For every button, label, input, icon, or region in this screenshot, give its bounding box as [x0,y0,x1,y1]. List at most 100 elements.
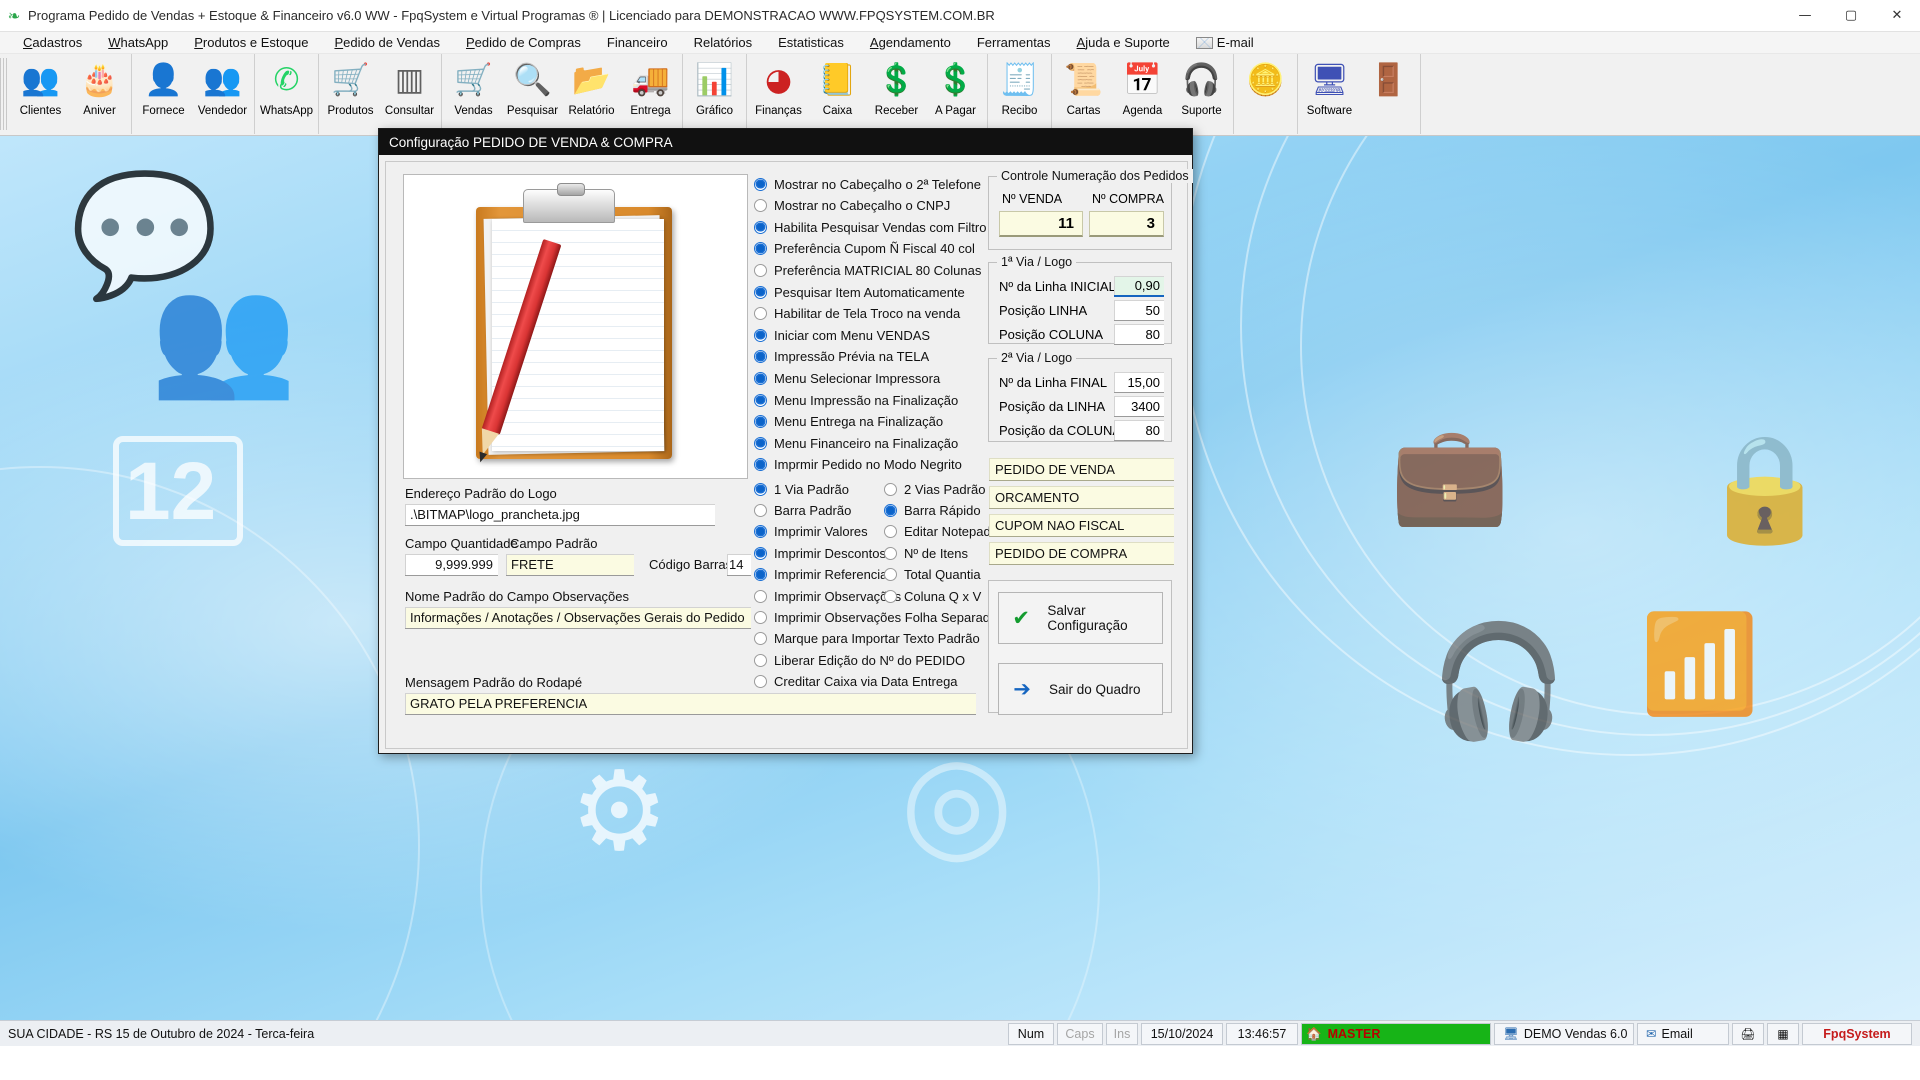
radio-checked-icon[interactable] [754,393,767,407]
option-row-3[interactable]: Preferência Cupom Ñ Fiscal 40 col [754,239,975,259]
via1-input-2[interactable] [1114,324,1164,345]
minimize-button[interactable]: — [1782,0,1828,32]
radio-unchecked-icon[interactable] [754,503,767,517]
radio-unchecked-icon[interactable] [754,263,767,277]
menu-item-ferramentas[interactable]: Ferramentas [964,33,1064,52]
toolbar-button-clientes[interactable]: 👥 Clientes [11,54,70,132]
radio-unchecked-icon[interactable] [754,675,767,689]
radio-checked-icon[interactable] [754,436,767,450]
option-right-row-4[interactable]: Total Quantia [884,565,981,585]
option-row-0[interactable]: Mostrar no Cabeçalho o 2ª Telefone [754,174,981,194]
via2-input-2[interactable] [1114,420,1164,441]
menu-item-pedido-de-vendas[interactable]: Pedido de Vendas [321,33,453,52]
option-right-row-3[interactable]: Nº de Itens [884,543,968,563]
option-row-8[interactable]: Impressão Prévia na TELA [754,347,929,367]
option-row-10[interactable]: Menu Impressão na Finalização [754,390,958,410]
radio-unchecked-icon[interactable] [754,199,767,213]
toolbar-button-aniver[interactable]: 🎂 Aniver [70,54,129,132]
radio-unchecked-icon[interactable] [884,568,897,582]
option-row-9[interactable]: Menu Selecionar Impressora [754,368,940,388]
option-row-13[interactable]: Imprmir Pedido no Modo Negrito [754,455,962,475]
option-right-row-5[interactable]: Coluna Q x V [884,586,981,606]
toolbar-button-vendedor[interactable]: 👥 Vendedor [193,54,252,132]
toolbar[interactable]: 👥 Clientes 🎂 Aniver 👤 Fornece 👥 Vendedor ✆ WhatsA… [0,54,1920,136]
quantity-input[interactable] [405,554,498,576]
observations-input[interactable] [405,607,751,629]
toolbar-button-receber[interactable]: 💲 Receber [867,54,926,132]
option-left-row-6[interactable]: Imprimir Observações Folha Separada [754,607,997,627]
document-title-input-3[interactable] [989,542,1174,565]
option-right-row-2[interactable]: Editar Notepad [884,522,991,542]
toolbar-button-suporte[interactable]: 🎧 Suporte [1172,54,1231,132]
via2-input-0[interactable] [1114,372,1164,393]
via1-input-1[interactable] [1114,300,1164,321]
menu-item-agendamento[interactable]: Agendamento [857,33,964,52]
footer-message-input[interactable] [405,693,976,715]
radio-checked-icon[interactable] [754,328,767,342]
option-right-row-0[interactable]: 2 Vias Padrão [884,479,985,499]
toolbar-button-cartas[interactable]: 📜 Cartas [1054,54,1113,132]
save-configuration-button[interactable]: ✔ Salvar Configuração [998,592,1163,644]
menubar[interactable]: Cadastros WhatsApp Produtos e Estoque Pedid… [0,32,1920,54]
radio-unchecked-icon[interactable] [754,632,767,646]
menu-item-financeiro[interactable]: Financeiro [594,33,681,52]
toolbar-button-exit-door[interactable]: 🚪 [1359,54,1418,132]
toolbar-button-pesquisar[interactable]: 🔍 Pesquisar [503,54,562,132]
option-row-6[interactable]: Habilitar de Tela Troco na venda [754,304,960,324]
status-icon-calc[interactable]: ▦ [1767,1022,1799,1045]
toolbar-button-entrega[interactable]: 🚚 Entrega [621,54,680,132]
menu-item-cadastros[interactable]: Cadastros [10,33,95,52]
document-title-input-1[interactable] [989,486,1174,509]
radio-checked-icon[interactable] [754,220,767,234]
toolbar-button-vendas[interactable]: 🛒 Vendas [444,54,503,132]
option-row-4[interactable]: Preferência MATRICIAL 80 Colunas [754,260,981,280]
radio-checked-icon[interactable] [754,546,767,560]
radio-unchecked-icon[interactable] [754,653,767,667]
toolbar-button-caixa[interactable]: 📒 Caixa [808,54,867,132]
radio-unchecked-icon[interactable] [884,589,897,603]
radio-unchecked-icon[interactable] [754,610,767,624]
close-button[interactable]: ✕ [1874,0,1920,32]
maximize-button[interactable]: ▢ [1828,0,1874,32]
toolbar-button-fornece[interactable]: 👤 Fornece [134,54,193,132]
radio-checked-icon[interactable] [754,177,767,191]
radio-checked-icon[interactable] [754,350,767,364]
document-title-input-2[interactable] [989,514,1174,537]
exit-panel-button[interactable]: ➔ Sair do Quadro [998,663,1163,715]
radio-unchecked-icon[interactable] [884,525,897,539]
radio-unchecked-icon[interactable] [884,546,897,560]
toolbar-button-relat-rio[interactable]: 📂 Relatório [562,54,621,132]
toolbar-button-gr-fico[interactable]: 📊 Gráfico [685,54,744,132]
toolbar-button-a-pagar[interactable]: 💲 A Pagar [926,54,985,132]
toolbar-button-whatsapp[interactable]: ✆ WhatsApp [257,54,316,132]
option-row-1[interactable]: Mostrar no Cabeçalho o CNPJ [754,196,950,216]
option-left-row-7[interactable]: Marque para Importar Texto Padrão [754,629,980,649]
toolbar-button-produtos[interactable]: 🛒 Produtos [321,54,380,132]
option-left-row-1[interactable]: Barra Padrão [754,500,851,520]
via2-input-1[interactable] [1114,396,1164,417]
menu-item-relat-rios[interactable]: Relatórios [681,33,766,52]
toolbar-button-coins[interactable]: 🪙 [1236,54,1295,132]
menu-item-produtos-e-estoque[interactable]: Produtos e Estoque [181,33,321,52]
logo-address-input[interactable] [405,504,715,526]
document-title-input-0[interactable] [989,458,1174,481]
option-left-row-4[interactable]: Imprimir Referencia [754,565,887,585]
option-row-5[interactable]: Pesquisar Item Automaticamente [754,282,965,302]
radio-checked-icon[interactable] [754,482,767,496]
standard-field-input[interactable] [506,554,634,576]
radio-checked-icon[interactable] [754,415,767,429]
radio-checked-icon[interactable] [754,371,767,385]
radio-checked-icon[interactable] [754,285,767,299]
menu-item-whatsapp[interactable]: WhatsApp [95,33,181,52]
option-row-12[interactable]: Menu Financeiro na Finalização [754,433,958,453]
toolbar-button-agenda[interactable]: 📅 Agenda [1113,54,1172,132]
option-row-7[interactable]: Iniciar com Menu VENDAS [754,325,930,345]
option-right-row-1[interactable]: Barra Rápido [884,500,981,520]
option-row-2[interactable]: Habilita Pesquisar Vendas com Filtro [754,217,986,237]
menu-item-pedido-de-compras[interactable]: Pedido de Compras [453,33,594,52]
toolbar-button-consultar[interactable]: ▥ Consultar [380,54,439,132]
toolbar-grip[interactable] [0,58,9,130]
menu-item-estatisticas[interactable]: Estatisticas [765,33,857,52]
purchase-number-input[interactable] [1089,211,1164,237]
option-left-row-2[interactable]: Imprimir Valores [754,522,868,542]
